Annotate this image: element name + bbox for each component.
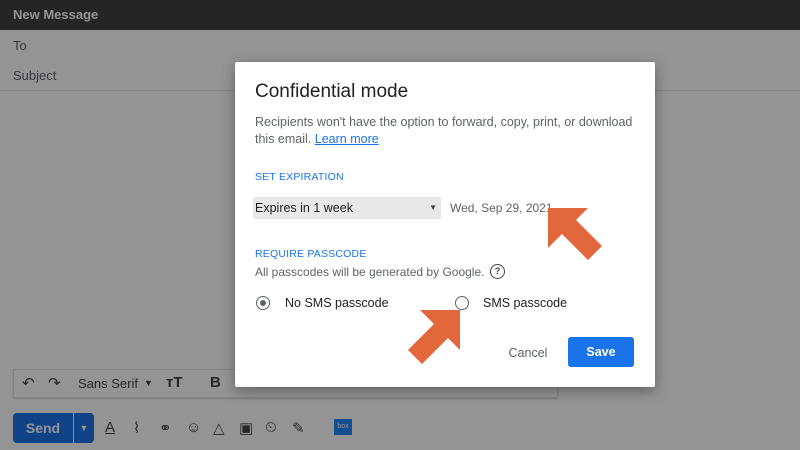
help-icon[interactable]: ? [490,264,505,279]
require-passcode-label: REQUIRE PASSCODE [255,248,367,260]
no-sms-passcode-label[interactable]: No SMS passcode [285,296,389,310]
dialog-title: Confidential mode [255,81,409,102]
learn-more-link[interactable]: Learn more [315,132,379,146]
sms-passcode-label[interactable]: SMS passcode [483,296,567,310]
expiration-select[interactable]: Expires in 1 week ▼ [253,197,441,219]
description-text: Recipients won't have the option to forw… [255,115,633,146]
expiration-date: Wed, Sep 29, 2021 [450,201,553,215]
annotation-arrow-icon [408,310,460,364]
no-sms-passcode-radio[interactable] [256,296,270,310]
dialog-description: Recipients won't have the option to forw… [255,114,635,148]
cancel-button[interactable]: Cancel [503,342,553,364]
annotation-arrow-icon [548,208,602,260]
set-expiration-label: SET EXPIRATION [255,171,344,183]
dropdown-arrow-icon: ▼ [429,203,437,212]
expiration-value: Expires in 1 week [255,201,353,215]
save-button[interactable]: Save [568,337,634,367]
passcode-note: All passcodes will be generated by Googl… [255,265,485,279]
